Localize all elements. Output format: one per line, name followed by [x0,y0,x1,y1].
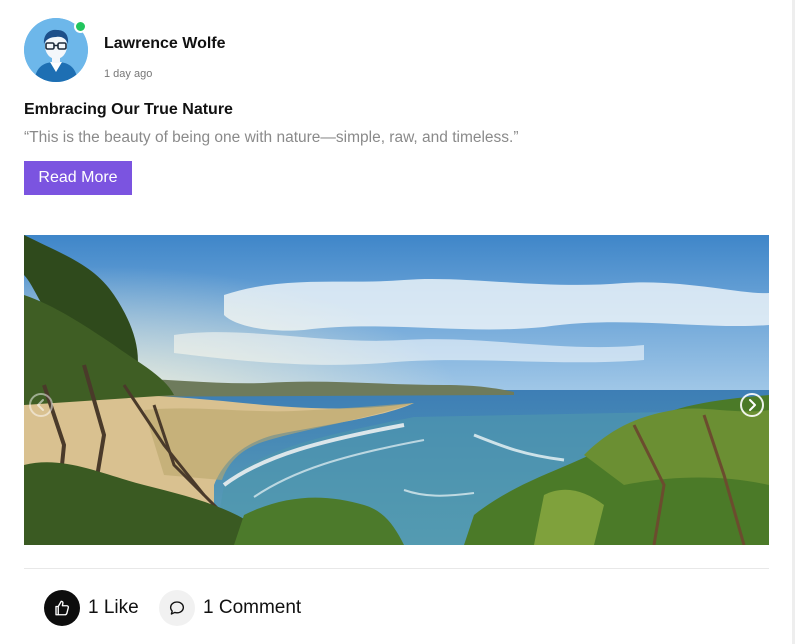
thumbs-up-icon [55,600,70,616]
carousel-prev-button[interactable] [29,393,53,417]
post-timestamp: 1 day ago [104,68,153,80]
comment-bubble-icon [169,601,185,615]
image-carousel[interactable] [24,235,769,545]
like-button[interactable] [44,590,80,626]
divider [24,568,769,569]
read-more-button[interactable]: Read More [24,161,132,195]
post-excerpt: “This is the beauty of being one with na… [24,129,519,146]
post-image [24,235,769,545]
like-count[interactable]: 1 Like [88,597,139,619]
chevron-left-icon [37,399,44,411]
online-status-indicator [74,20,87,33]
chevron-right-icon [749,399,756,411]
post-title[interactable]: Embracing Our True Nature [24,101,233,119]
comment-button[interactable] [159,590,195,626]
post-card: Lawrence Wolfe 1 day ago Embracing Our T… [0,0,795,644]
comment-count[interactable]: 1 Comment [203,597,301,619]
author-name[interactable]: Lawrence Wolfe [104,35,226,53]
carousel-next-button[interactable] [740,393,764,417]
